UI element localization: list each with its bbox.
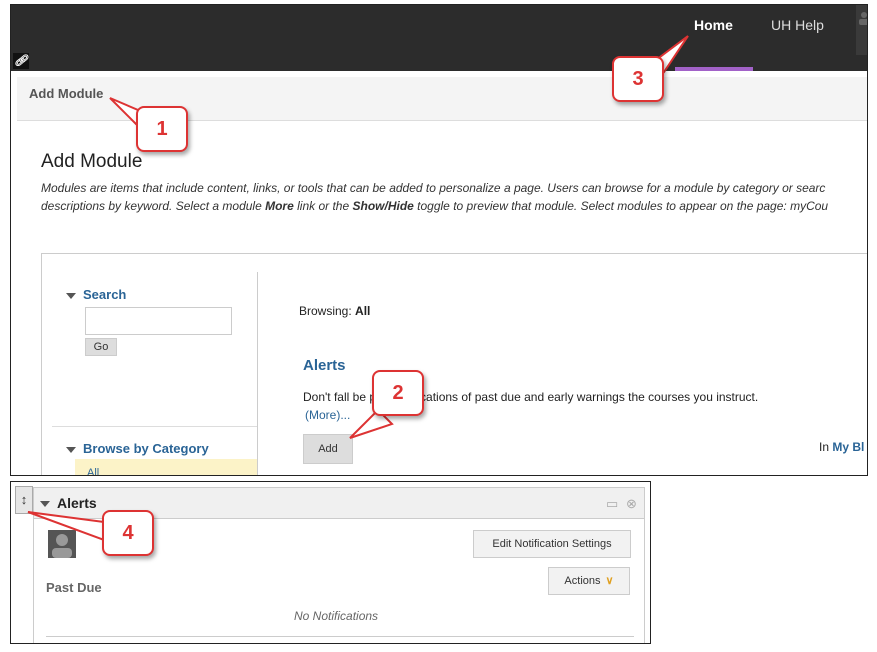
collapse-triangle-icon bbox=[40, 501, 50, 508]
desc-showhide: Show/Hide bbox=[352, 199, 414, 213]
go-button[interactable]: Go bbox=[85, 338, 117, 356]
search-title: Search bbox=[83, 287, 127, 302]
no-notifications-text: No Notifications bbox=[294, 609, 379, 623]
avatar bbox=[48, 530, 76, 558]
browsing-status: Browsing: All bbox=[299, 304, 370, 318]
sidebar-divider bbox=[257, 272, 258, 475]
add-button[interactable]: Add bbox=[303, 434, 353, 464]
description-line-1: Modules are items that include content, … bbox=[41, 181, 826, 195]
top-navbar: Home UH Help 🔗︎ bbox=[11, 5, 867, 71]
divider bbox=[52, 426, 257, 427]
description-line-2: descriptions by keyword. Select a module… bbox=[41, 197, 867, 215]
desc-text: link or the bbox=[293, 199, 353, 213]
actions-label: Actions bbox=[564, 575, 601, 587]
search-section-toggle[interactable]: Search bbox=[66, 287, 126, 302]
nav-uh-help[interactable]: UH Help bbox=[771, 17, 824, 33]
add-module-page: Home UH Help 🔗︎ Add Module Add Module Mo… bbox=[10, 4, 868, 476]
active-tab-indicator bbox=[675, 67, 753, 71]
past-due-heading: Past Due bbox=[46, 580, 102, 595]
browsing-value: All bbox=[355, 304, 371, 318]
browsing-label: Browsing: bbox=[299, 304, 352, 318]
desc-text: toggle to preview that module. Select mo… bbox=[413, 199, 829, 213]
more-link[interactable]: (More)... bbox=[305, 408, 350, 422]
category-title: Browse by Category bbox=[83, 441, 209, 456]
minimize-icon[interactable]: ▭ bbox=[606, 496, 618, 512]
callout-3: 3 bbox=[612, 56, 664, 102]
in-label: In bbox=[819, 440, 830, 454]
desc-text: descriptions by keyword. Select a module bbox=[41, 199, 266, 213]
user-icon bbox=[52, 534, 72, 558]
actions-button[interactable]: Actions ∨ bbox=[548, 567, 630, 595]
breadcrumb[interactable]: Add Module bbox=[29, 86, 103, 101]
divider bbox=[46, 636, 634, 637]
callout-4: 4 bbox=[102, 510, 154, 556]
nav-home[interactable]: Home bbox=[694, 17, 733, 33]
desc-more: More bbox=[265, 199, 294, 213]
alerts-title[interactable]: Alerts bbox=[40, 495, 97, 511]
alerts-title-text: Alerts bbox=[57, 495, 97, 511]
search-input[interactable] bbox=[85, 307, 232, 335]
user-icon bbox=[859, 12, 867, 25]
module-location: In My Bl bbox=[819, 440, 864, 454]
close-icon[interactable]: ⊗ bbox=[626, 496, 637, 512]
in-value[interactable]: My Bl bbox=[832, 440, 864, 454]
category-all[interactable]: All bbox=[75, 459, 257, 475]
module-browser: Search Go Browse by Category All Browsin… bbox=[41, 253, 867, 475]
user-menu[interactable] bbox=[856, 5, 867, 55]
edit-notification-settings-button[interactable]: Edit Notification Settings bbox=[473, 530, 631, 558]
callout-1: 1 bbox=[136, 106, 188, 152]
chevron-down-icon: ∨ bbox=[605, 575, 614, 587]
page-description: Modules are items that include content, … bbox=[41, 179, 867, 215]
drag-handle-icon[interactable]: ↕ bbox=[15, 486, 33, 514]
alerts-module-panel: Alerts ▭ ⊗ ↕ Edit Notification Settings … bbox=[10, 481, 651, 644]
module-title[interactable]: Alerts bbox=[303, 357, 346, 374]
collapse-triangle-icon bbox=[66, 292, 76, 299]
collapse-triangle-icon bbox=[66, 446, 76, 453]
page-title: Add Module bbox=[41, 151, 143, 172]
callout-2: 2 bbox=[372, 370, 424, 416]
category-section-toggle[interactable]: Browse by Category bbox=[66, 441, 209, 456]
link-icon[interactable]: 🔗︎ bbox=[13, 53, 29, 69]
